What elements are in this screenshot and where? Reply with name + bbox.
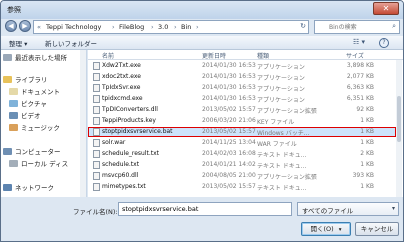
title-bar[interactable]: 参照 ✕ [1, 1, 403, 19]
file-list: 名前 更新日時 種類 サイズ Xdw2Txt.exe 2014/01/30 16:… [88, 50, 403, 197]
new-folder-button[interactable]: 新しいフォルダー [45, 38, 97, 48]
back-arrow-icon: ◀ [8, 22, 14, 30]
computer-icon [3, 147, 12, 155]
cancel-button-label: キャンセル [360, 225, 394, 233]
text-file-icon [93, 150, 100, 158]
open-button-label: 開く(O) [310, 225, 334, 233]
search-icon[interactable]: ⌕ [392, 22, 396, 31]
text-file-icon [93, 161, 100, 169]
file-row[interactable]: Xdw2Txt.exe 2014/01/30 16:53 アプリケーション 3,898… [88, 61, 396, 71]
nav-item-library[interactable]: ライブラリ [3, 74, 86, 84]
filename-field[interactable] [118, 202, 292, 216]
address-row: ◀ ▶ « Teppi Technology › FileBlog › 3.0 … [1, 19, 403, 36]
file-row[interactable]: TpDIConverters.dll 2013/05/02 15:57 アプリケーシ… [88, 105, 396, 115]
back-button[interactable]: ◀ [5, 20, 17, 32]
filetype-value: すべてのファイル [302, 207, 354, 215]
refresh-icon[interactable]: ↻ [300, 22, 306, 30]
search-input[interactable] [329, 22, 397, 33]
file-row[interactable]: msvcp60.dll 2004/08/05 21:00 アプリケーション拡張 393… [88, 171, 396, 181]
videos-icon [9, 111, 18, 119]
breadcrumb-fileblog[interactable]: FileBlog [119, 23, 144, 31]
text-file-icon [93, 183, 100, 191]
nav-item-local-disk[interactable]: ローカル ディス [9, 158, 86, 168]
forward-arrow-icon: ▶ [22, 22, 28, 30]
file-row[interactable]: TeppiProducts.key 2006/03/20 21:06 KEY ファイ… [88, 116, 396, 126]
filetype-select[interactable]: すべてのファイル ▾ [297, 202, 399, 216]
file-row[interactable]: TpIdxSvr.exe 2014/01/30 16:53 アプリケーション 6,36… [88, 83, 396, 93]
exe-file-icon [93, 62, 100, 70]
forward-button[interactable]: ▶ [19, 20, 31, 32]
address-bar[interactable]: « Teppi Technology › FileBlog › 3.0 › Bi… [33, 20, 309, 34]
open-split-chevron-icon[interactable]: ▾ [339, 227, 342, 233]
close-icon: ✕ [382, 4, 390, 13]
breadcrumb-bin[interactable]: Bin [181, 23, 191, 31]
help-icon[interactable]: ? [379, 38, 389, 48]
column-type[interactable]: 種類 [257, 51, 269, 60]
file-row[interactable]: xdoc2txt.exe 2014/01/30 16:53 アプリケーション 2,07… [88, 72, 396, 82]
nav-item-documents[interactable]: ドキュメント [9, 86, 86, 96]
file-row[interactable]: schedule.txt 2014/01/21 14:02 テキスト ドキュ... 1… [88, 160, 396, 170]
nav-item-music[interactable]: ミュージック [9, 122, 86, 132]
column-header: 名前 更新日時 種類 サイズ [88, 50, 403, 60]
column-date[interactable]: 更新日時 [202, 51, 226, 60]
nav-scrollbar[interactable] [80, 50, 86, 197]
open-file-dialog: 参照 ✕ ◀ ▶ « Teppi Technology › FileBlog ›… [0, 0, 404, 242]
network-icon [3, 183, 12, 191]
exe-file-icon [93, 73, 100, 81]
chevron-down-icon: ▾ [391, 205, 395, 212]
war-file-icon [93, 139, 100, 147]
file-row[interactable]: schedule_result.txt 2014/02/03 16:08 テキスト … [88, 149, 396, 159]
open-button[interactable]: 開く(O) ▾ [301, 222, 351, 236]
file-row-selected[interactable]: stoptpidxsvrservice.bat 2013/05/02 15:57 W… [88, 127, 396, 137]
breadcrumb-overflow[interactable]: « [37, 23, 41, 31]
close-button[interactable]: ✕ [373, 2, 399, 15]
cancel-button[interactable]: キャンセル [355, 222, 399, 236]
view-options-icon[interactable]: ☷ ▾ [353, 38, 365, 46]
exe-file-icon [93, 84, 100, 92]
command-bar: 整理 ▾ 新しいフォルダー ☷ ▾ ? [1, 36, 403, 50]
nav-item-recent-places[interactable]: 最近表示した場所 [3, 52, 86, 62]
dll-file-icon [93, 106, 100, 114]
scrollbar-thumb[interactable] [397, 96, 401, 142]
batch-file-icon [93, 128, 100, 136]
breadcrumb-version[interactable]: 3.0 [158, 23, 168, 31]
recent-places-icon [3, 53, 12, 61]
dialog-footer: ファイル名(N): すべてのファイル ▾ 開く(O) ▾ キャンセル [1, 197, 403, 241]
file-row[interactable]: solr.war 2014/11/25 13:04 WAR ファイル 1 KB [88, 138, 396, 148]
breadcrumb-teppi-technology[interactable]: Teppi Technology [46, 23, 101, 31]
navigation-pane: 最近表示した場所 ライブラリ ドキュメント ピクチャ ビデオ ミュージック コン… [1, 50, 87, 197]
organize-button[interactable]: 整理 ▾ [9, 38, 27, 48]
exe-file-icon [93, 95, 100, 103]
filename-label: ファイル名(N): [73, 208, 118, 216]
dll-file-icon [93, 172, 100, 180]
nav-item-pictures[interactable]: ピクチャ [9, 98, 86, 108]
file-row[interactable]: mimetypes.txt 2013/05/02 15:57 テキスト ドキュ...… [88, 182, 396, 192]
column-size[interactable]: サイズ [346, 51, 364, 60]
file-row[interactable]: tpidxcmd.exe 2014/01/30 16:53 アプリケーション 6,35… [88, 94, 396, 104]
nav-item-videos[interactable]: ビデオ [9, 110, 86, 120]
column-name[interactable]: 名前 [102, 51, 114, 60]
search-box[interactable]: ⌕ [314, 20, 400, 34]
music-icon [9, 123, 18, 131]
local-disk-icon [9, 159, 18, 167]
pictures-icon [9, 99, 18, 107]
documents-icon [9, 87, 18, 95]
library-icon [3, 75, 12, 83]
dialog-title: 参照 [7, 6, 21, 14]
nav-item-computer[interactable]: コンピューター [3, 146, 86, 156]
file-list-scrollbar[interactable] [396, 60, 402, 197]
nav-item-network[interactable]: ネットワーク [3, 182, 86, 192]
key-file-icon [93, 117, 100, 125]
